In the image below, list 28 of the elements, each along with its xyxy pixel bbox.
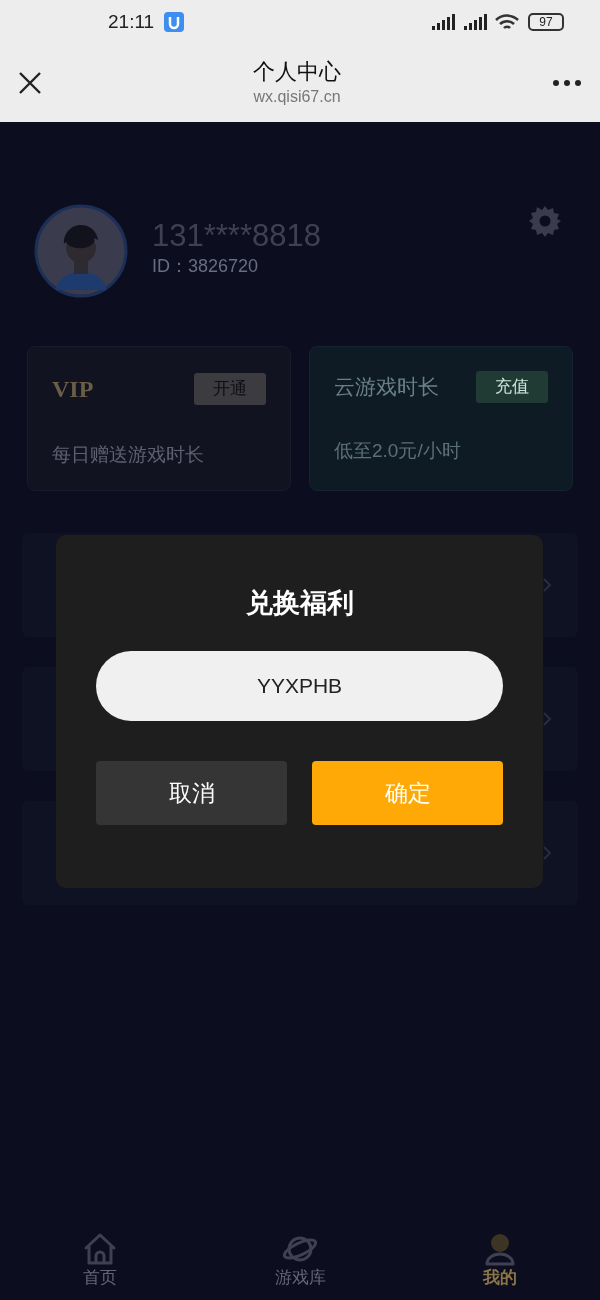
tab-label: 游戏库 bbox=[274, 1267, 326, 1289]
page-url: wx.qisi67.cn bbox=[253, 87, 341, 107]
card-action-button[interactable]: 充值 bbox=[476, 371, 548, 403]
wifi-icon bbox=[494, 13, 520, 31]
card-subtitle: 低至2.0元/小时 bbox=[334, 439, 462, 463]
chevron-right-icon bbox=[542, 577, 552, 593]
tab-label: 我的 bbox=[483, 1267, 517, 1289]
tab-bar-item[interactable]: 首页 bbox=[0, 1232, 200, 1290]
tab-label: 首页 bbox=[83, 1267, 117, 1289]
chevron-right-icon bbox=[542, 711, 552, 727]
more-icon[interactable] bbox=[552, 79, 582, 87]
chevron-right-icon bbox=[542, 845, 552, 861]
battery-indicator: 97 bbox=[528, 13, 564, 31]
app-notification-icon bbox=[164, 12, 185, 32]
tab-bar-item[interactable]: 游戏库 bbox=[200, 1232, 400, 1290]
home-icon bbox=[82, 1232, 118, 1266]
card-title: 云游戏时长 bbox=[334, 374, 439, 401]
tab-bar-item[interactable]: 我的 bbox=[400, 1232, 600, 1290]
card-subtitle: 每日赠送游戏时长 bbox=[52, 443, 205, 467]
page-title: 个人中心 bbox=[253, 58, 341, 86]
cancel-button[interactable]: 取消 bbox=[96, 761, 287, 825]
dialog-title: 兑换福利 bbox=[245, 587, 354, 620]
user-id: ID：3826720 bbox=[152, 255, 260, 278]
code-input-field[interactable]: YYXPHB bbox=[96, 651, 503, 721]
membership-card[interactable]: 云游戏时长 充值 低至2.0元/小时 bbox=[309, 346, 573, 491]
status-time: 21:11 bbox=[108, 9, 155, 34]
card-title: VIP bbox=[52, 375, 94, 404]
close-icon[interactable] bbox=[18, 71, 42, 95]
